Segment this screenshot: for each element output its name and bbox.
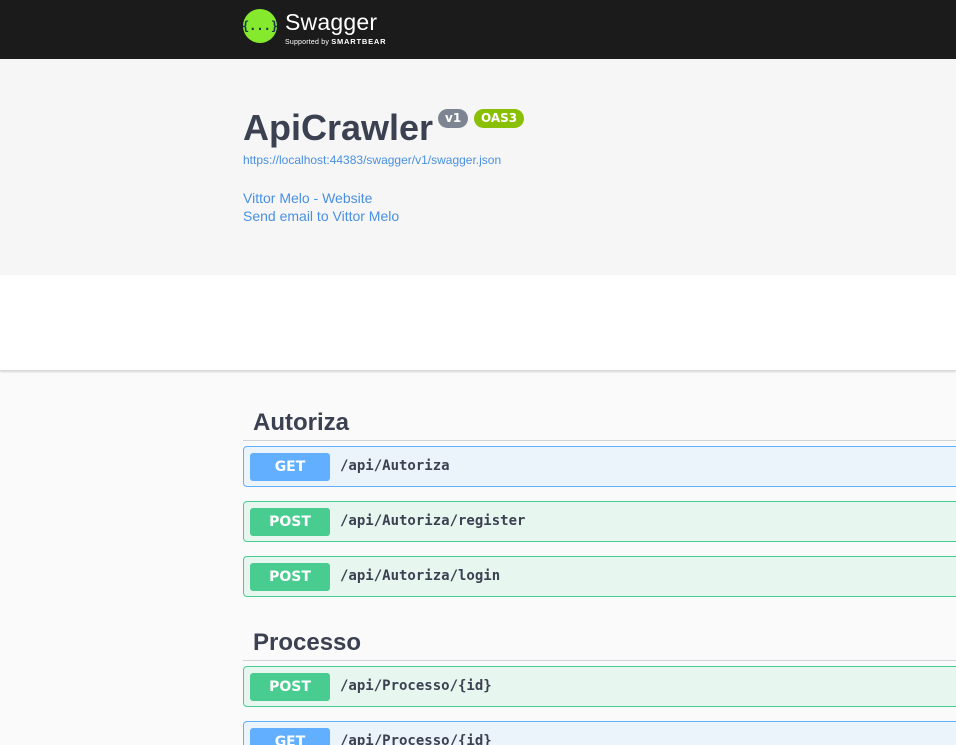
operation-get-autoriza[interactable]: GET /api/Autoriza	[243, 446, 956, 487]
operation-path: /api/Processo/{id}	[340, 733, 492, 745]
operation-post-autoriza-login[interactable]: POST /api/Autoriza/login	[243, 556, 956, 597]
smartbear-label: SMARTBEAR	[331, 37, 387, 46]
contact-website-link[interactable]: Vittor Melo - Website	[243, 190, 372, 206]
operation-path: /api/Autoriza	[340, 458, 450, 474]
method-badge: GET	[250, 453, 330, 481]
method-badge: POST	[250, 673, 330, 701]
method-badge: POST	[250, 508, 330, 536]
api-title: ApiCrawler	[243, 107, 434, 148]
method-badge: GET	[250, 728, 330, 745]
operation-path: /api/Autoriza/register	[340, 513, 526, 529]
scheme-container	[0, 275, 956, 371]
logo-text: Swagger Supported by SMARTBEAR	[285, 9, 386, 47]
brand-subtitle: Supported by SMARTBEAR	[285, 37, 386, 47]
top-bar: {...} Swagger Supported by SMARTBEAR	[0, 0, 956, 59]
tag-autoriza[interactable]: Autoriza	[243, 401, 956, 441]
brand-name: Swagger	[285, 9, 378, 35]
operation-post-autoriza-register[interactable]: POST /api/Autoriza/register	[243, 501, 956, 542]
operation-path: /api/Autoriza/login	[340, 568, 501, 584]
tag-processo[interactable]: Processo	[243, 621, 956, 661]
method-badge: POST	[250, 563, 330, 591]
operation-get-processo-id[interactable]: GET /api/Processo/{id}	[243, 721, 956, 745]
spec-url-link[interactable]: https://localhost:44383/swagger/v1/swagg…	[243, 153, 501, 167]
operation-path: /api/Processo/{id}	[340, 678, 492, 694]
tag-title: Autoriza	[253, 409, 349, 436]
version-badge: v1	[438, 109, 469, 128]
contact-email-link[interactable]: Send email to Vittor Melo	[243, 208, 399, 224]
operation-post-processo-id[interactable]: POST /api/Processo/{id}	[243, 666, 956, 707]
swagger-logo-icon: {...}	[242, 9, 278, 43]
supported-by-label: Supported by	[285, 39, 330, 46]
oas-badge: OAS3	[474, 109, 525, 128]
api-info-section: ApiCrawler v1 OAS3 https://localhost:443…	[0, 59, 956, 275]
tag-title: Processo	[253, 629, 362, 656]
swagger-logo-link[interactable]: {...} Swagger Supported by SMARTBEAR	[242, 9, 386, 47]
